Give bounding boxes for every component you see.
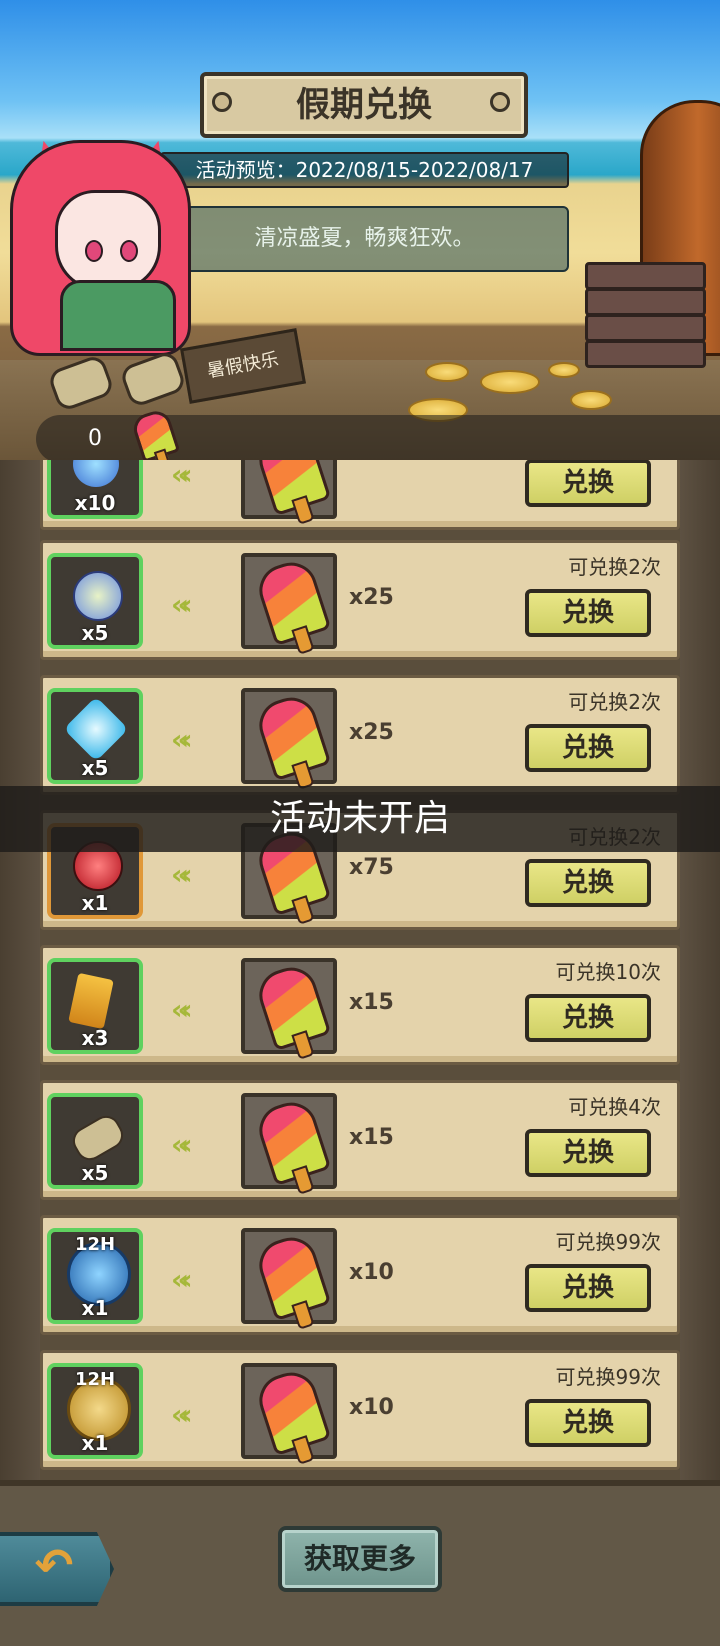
reward-item-slot[interactable]: x3	[47, 958, 143, 1054]
cost-quantity: x75	[349, 855, 394, 880]
duration-label: 12H	[74, 1369, 116, 1390]
scroll-icon	[67, 1110, 129, 1166]
exchange-limit: 可兑换2次	[568, 555, 661, 579]
event-date: 活动预览：2022/08/15-2022/08/17	[160, 152, 569, 188]
books-icon	[585, 262, 706, 382]
exchange-arrow-icon: «‹	[171, 858, 193, 891]
cost-item-slot[interactable]	[241, 1228, 337, 1330]
reward-item-slot[interactable]: x5	[47, 688, 143, 784]
exchange-arrow-icon: «‹	[171, 993, 193, 1026]
exchange-limit: 可兑换99次	[555, 1365, 661, 1389]
exchange-row: x10 «‹ 兑换	[40, 460, 680, 530]
exchange-arrow-icon: «‹	[171, 588, 193, 621]
page-title: 假期兑换	[296, 85, 432, 125]
exchange-button[interactable]: 兑换	[525, 1399, 651, 1447]
gem-icon	[73, 460, 119, 487]
character-face	[55, 190, 161, 291]
back-arrow-icon[interactable]: ↶	[14, 1540, 94, 1590]
event-banner: 假期兑换 活动预览：2022/08/15-2022/08/17 清凉盛夏，畅爽狂…	[0, 0, 720, 460]
currency-count: 0	[88, 426, 102, 451]
reward-item-slot[interactable]: x5	[47, 1093, 143, 1189]
exchange-button[interactable]: 兑换	[525, 724, 651, 772]
reward-quantity: x5	[81, 1161, 109, 1185]
exchange-row: x5 «‹ x15 可兑换4次 兑换	[40, 1080, 680, 1200]
cost-quantity: x15	[349, 990, 394, 1015]
event-slogan: 清凉盛夏，畅爽狂欢。	[160, 206, 569, 272]
reward-quantity: x10	[74, 491, 116, 515]
coin-icon	[425, 362, 469, 382]
cost-quantity: x25	[349, 720, 394, 745]
exchange-arrow-icon: «‹	[171, 1128, 193, 1161]
cost-quantity: x25	[349, 585, 394, 610]
duration-label: 12H	[74, 1234, 116, 1255]
exchange-limit: 可兑换99次	[555, 1230, 661, 1254]
cost-item-slot[interactable]	[241, 958, 337, 1060]
reward-item-slot[interactable]: x10	[47, 460, 143, 519]
exchange-button[interactable]: 兑换	[525, 994, 651, 1042]
exchange-row: x5 «‹ x25 可兑换2次 兑换	[40, 675, 680, 795]
blue-flower-gem-icon	[73, 571, 123, 621]
exchange-arrow-icon: «‹	[171, 460, 193, 491]
exchange-row: 12H x1 «‹ x10 可兑换99次 兑换	[40, 1215, 680, 1335]
coin-icon	[548, 362, 580, 378]
reward-item-slot[interactable]: 12H x1	[47, 1363, 143, 1459]
reward-quantity: x1	[81, 891, 109, 915]
exchange-button[interactable]: 兑换	[525, 1129, 651, 1177]
get-more-button[interactable]: 获取更多	[278, 1526, 442, 1592]
popsicle-icon	[129, 407, 181, 460]
cost-quantity: x10	[349, 1260, 394, 1285]
cost-quantity: x15	[349, 1125, 394, 1150]
cost-quantity: x10	[349, 1395, 394, 1420]
eye	[120, 240, 138, 262]
reward-quantity: x5	[81, 621, 109, 645]
exchange-limit: 可兑换10次	[555, 960, 661, 984]
cost-item-slot[interactable]	[241, 1093, 337, 1195]
reward-quantity: x3	[81, 1026, 109, 1050]
exchange-limit: 可兑换2次	[568, 690, 661, 714]
coin-icon	[570, 390, 612, 410]
exchange-button[interactable]: 兑换	[525, 589, 651, 637]
exchange-list[interactable]: x10 «‹ 兑换 x5 «‹ x25 可兑换2次 兑换 x5 «‹ x25 可…	[40, 460, 680, 1480]
popsicle-icon	[252, 460, 332, 517]
exchange-row: x3 «‹ x15 可兑换10次 兑换	[40, 945, 680, 1065]
exchange-button[interactable]: 兑换	[525, 859, 651, 907]
reward-quantity: x5	[81, 756, 109, 780]
exchange-arrow-icon: «‹	[171, 723, 193, 756]
cost-item-slot[interactable]	[241, 1363, 337, 1465]
character-body	[60, 280, 176, 351]
vip-card-icon	[68, 972, 114, 1030]
exchange-limit: 可兑换4次	[568, 1095, 661, 1119]
reward-quantity: x1	[81, 1431, 109, 1455]
cost-item-slot[interactable]	[241, 553, 337, 655]
blue-crystal-icon	[63, 696, 129, 762]
exchange-button[interactable]: 兑换	[525, 460, 651, 507]
reward-item-slot[interactable]: 12H x1	[47, 1228, 143, 1324]
cost-item-slot[interactable]	[241, 688, 337, 790]
exchange-arrow-icon: «‹	[171, 1263, 193, 1296]
exchange-row: 12H x1 «‹ x10 可兑换99次 兑换	[40, 1350, 680, 1470]
exchange-arrow-icon: «‹	[171, 1398, 193, 1431]
list-frame-right	[680, 460, 720, 1480]
exchange-button[interactable]: 兑换	[525, 1264, 651, 1312]
cost-item-slot[interactable]	[241, 460, 337, 525]
exchange-row: x5 «‹ x25 可兑换2次 兑换	[40, 540, 680, 660]
eye	[85, 240, 103, 262]
event-not-started-notice: 活动未开启	[0, 786, 720, 852]
coin-icon	[480, 370, 540, 394]
reward-item-slot[interactable]: x5	[47, 553, 143, 649]
reward-quantity: x1	[81, 1296, 109, 1320]
list-frame-left	[0, 460, 40, 1480]
